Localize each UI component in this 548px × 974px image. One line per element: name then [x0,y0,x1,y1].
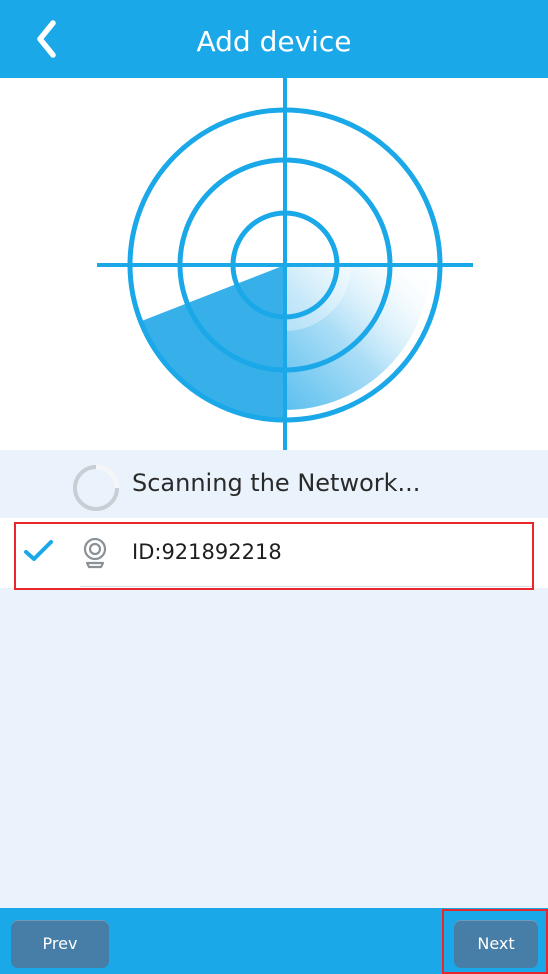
radar-panel [0,78,548,450]
prev-button[interactable]: Prev [11,920,109,968]
radar-icon [97,78,473,450]
page-title: Add device [196,25,352,58]
device-list-empty-area [0,590,548,908]
device-highlight-box [14,522,534,590]
scan-status-text: Scanning the Network... [132,469,421,497]
loading-spinner-icon [70,462,122,518]
next-highlight-box [442,909,548,974]
